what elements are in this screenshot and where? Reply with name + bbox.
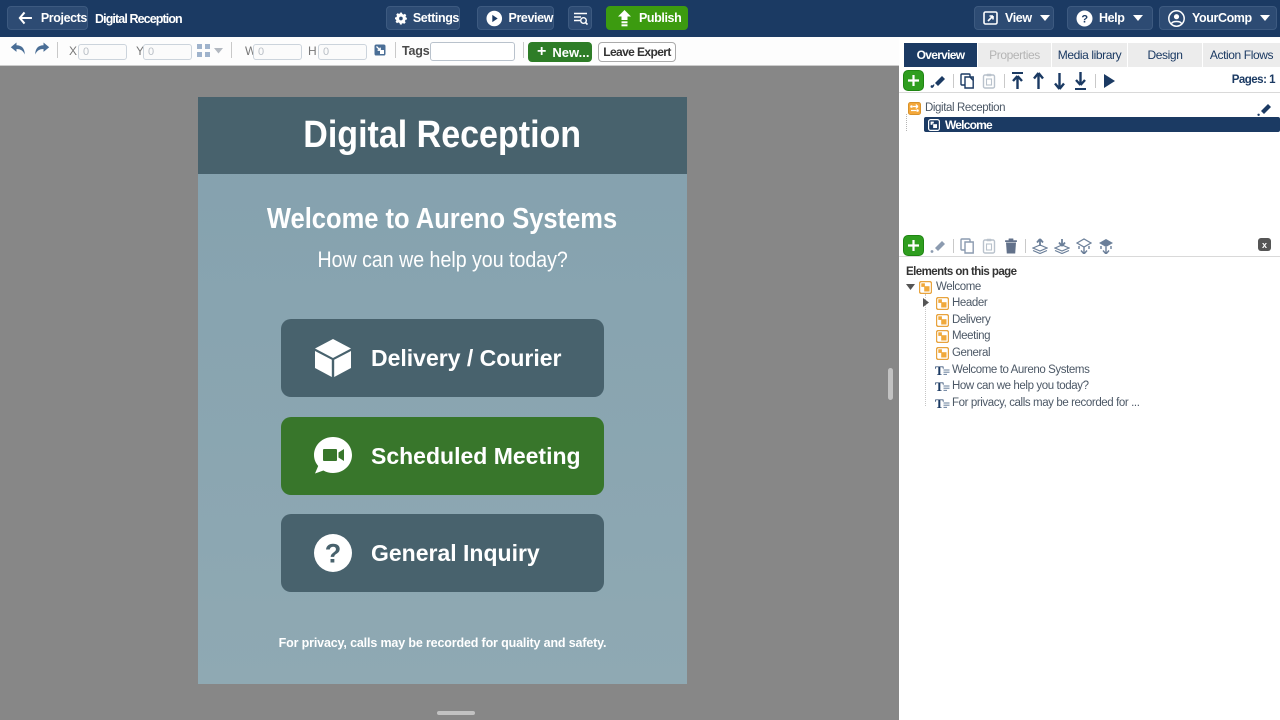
svg-text:T: T bbox=[935, 397, 944, 410]
svg-text:T: T bbox=[935, 364, 944, 377]
svg-text:?: ? bbox=[1081, 13, 1088, 25]
svg-text:?: ? bbox=[325, 539, 342, 569]
svg-text:T: T bbox=[935, 380, 944, 393]
